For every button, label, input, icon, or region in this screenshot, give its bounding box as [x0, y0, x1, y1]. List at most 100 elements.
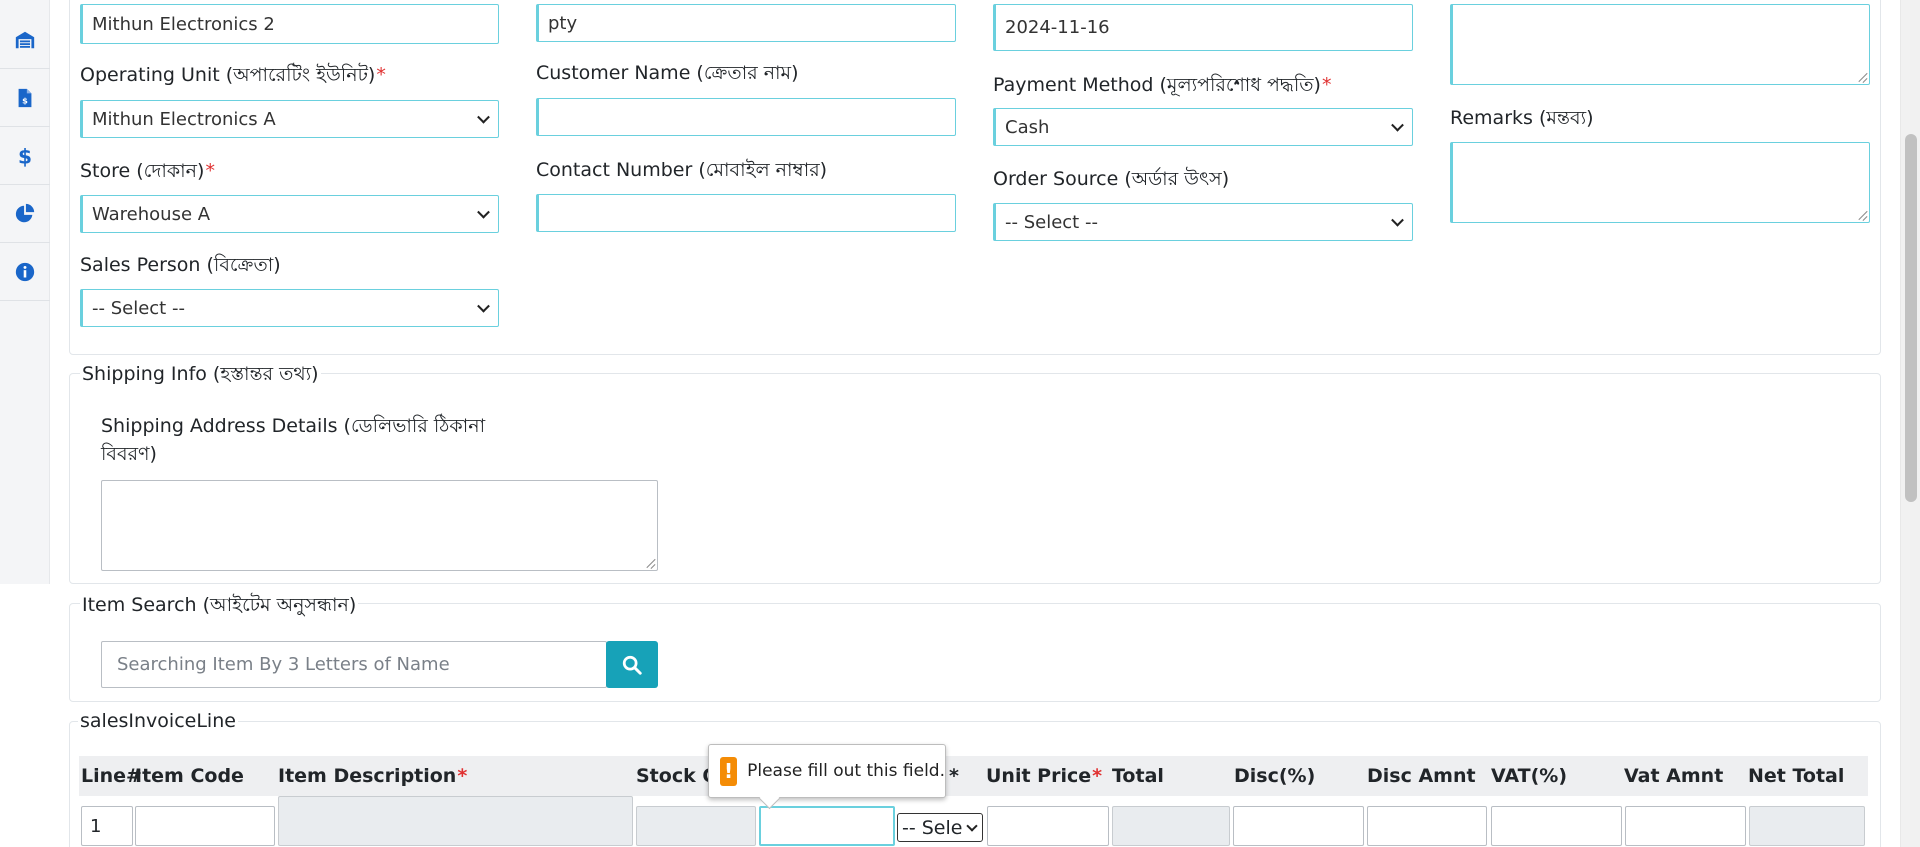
vat-amnt-input[interactable]	[1625, 806, 1746, 846]
operating-unit-value: Mithun Electronics A	[92, 108, 276, 130]
item-description-cell	[278, 796, 633, 846]
order-source-value: -- Select --	[1005, 211, 1098, 233]
item-search-input[interactable]: Searching Item By 3 Letters of Name	[101, 641, 607, 688]
chevron-down-icon	[477, 205, 490, 219]
unit-select-value: -- Sele	[902, 816, 963, 839]
th-net-total: Net Total	[1748, 765, 1845, 787]
remarks-textarea[interactable]	[1450, 142, 1870, 223]
sales-person-value: -- Select --	[92, 297, 185, 319]
payment-method-label: Payment Method (মূল্যপরিশোধ পদ্ধতি)*	[993, 72, 1331, 98]
operating-unit-label-text: Operating Unit (অপারেটিং ইউনিট)	[80, 64, 376, 86]
vat-pct-input[interactable]	[1491, 806, 1622, 846]
unit-select[interactable]: -- Sele	[897, 813, 983, 842]
net-total-cell	[1749, 806, 1865, 846]
top-field-col1[interactable]: Mithun Electronics 2	[80, 4, 499, 44]
sidebar-item-warehouse[interactable]	[0, 11, 50, 69]
unit-price-input[interactable]	[987, 806, 1109, 846]
th-qty-required-mark: *	[949, 765, 959, 787]
th-item-description-text: Item Description	[278, 765, 457, 787]
chevron-down-icon	[477, 299, 490, 313]
shipping-info-legend: Shipping Info (হস্তান্তর তথ্য)	[80, 360, 321, 392]
top-field-col2[interactable]: pty	[536, 4, 956, 42]
shipping-address-textarea[interactable]	[101, 480, 658, 571]
quantity-input[interactable]	[759, 806, 895, 846]
invoice-table-header: Line# Item Code Item Description* Stock …	[79, 756, 1868, 796]
resize-grip-icon[interactable]	[1857, 72, 1867, 82]
th-item-description: Item Description*	[278, 756, 467, 796]
contact-number-label: Contact Number (মোবাইল নাম্বার)	[536, 157, 827, 183]
required-mark: *	[1092, 765, 1103, 787]
sidebar-item-invoice[interactable]: $	[0, 69, 50, 127]
date-value: 2024-11-16	[1005, 17, 1110, 38]
payment-method-select[interactable]: Cash	[993, 108, 1413, 146]
item-search-button[interactable]	[606, 641, 658, 688]
th-unit-price: Unit Price*	[986, 756, 1102, 796]
page-scrollbar[interactable]	[1900, 0, 1920, 847]
svg-text:$: $	[18, 145, 32, 167]
store-value: Warehouse A	[92, 203, 211, 225]
sales-person-label: Sales Person (বিক্রেতা)	[80, 252, 281, 278]
info-icon	[15, 262, 35, 281]
sidebar-item-info[interactable]	[0, 243, 50, 301]
warehouse-icon	[15, 31, 35, 48]
th-line: Line#	[81, 765, 142, 787]
total-cell	[1112, 806, 1230, 846]
pie-chart-icon	[15, 203, 35, 222]
svg-text:$: $	[22, 95, 28, 105]
operating-unit-label: Operating Unit (অপারেটিং ইউনিট)*	[80, 62, 386, 88]
disc-pct-input[interactable]	[1233, 806, 1364, 846]
resize-grip-icon[interactable]	[645, 558, 655, 568]
th-disc-pct: Disc(%)	[1234, 765, 1316, 787]
th-unit-price-text: Unit Price	[986, 765, 1092, 787]
required-mark: *	[457, 765, 468, 787]
th-vat-pct: VAT(%)	[1491, 765, 1568, 787]
required-mark: *	[1321, 74, 1332, 96]
remarks-label-text: Remarks (মন্তব্য)	[1450, 107, 1594, 129]
store-select[interactable]: Warehouse A	[80, 195, 499, 233]
store-label-text: Store (দোকান)	[80, 160, 205, 182]
required-mark: *	[205, 160, 215, 182]
store-label: Store (দোকান)*	[80, 158, 215, 184]
date-input[interactable]: 2024-11-16	[993, 4, 1413, 51]
required-mark: *	[376, 64, 386, 86]
customer-name-label-text: Customer Name (ক্রেতার নাম)	[536, 62, 799, 84]
remarks-label: Remarks (মন্তব্য)	[1450, 105, 1594, 131]
sales-person-select[interactable]: -- Select --	[80, 289, 499, 327]
contact-number-input[interactable]	[536, 194, 956, 232]
validation-tooltip: ! Please fill out this field.	[708, 744, 946, 798]
th-disc-amnt: Disc Amnt	[1367, 765, 1476, 787]
sidebar-item-reports[interactable]	[0, 185, 50, 243]
scrollbar-thumb[interactable]	[1905, 134, 1917, 502]
chevron-down-icon	[477, 110, 490, 124]
order-source-select[interactable]: -- Select --	[993, 203, 1413, 241]
order-source-label-text: Order Source (অর্ডার উৎস)	[993, 168, 1230, 190]
customer-name-label: Customer Name (ক্রেতার নাম)	[536, 60, 799, 86]
dollar-icon: $	[18, 145, 32, 167]
sidebar: $ $	[0, 0, 50, 584]
th-vat-amnt: Vat Amnt	[1624, 765, 1724, 787]
item-search-placeholder: Searching Item By 3 Letters of Name	[117, 654, 450, 675]
warning-icon: !	[720, 756, 738, 786]
item-code-input[interactable]	[135, 806, 275, 846]
invoice-icon: $	[18, 88, 32, 107]
item-search-legend: Item Search (আইটেম অনুসন্ধান)	[80, 591, 359, 623]
contact-number-label-text: Contact Number (মোবাইল নাম্বার)	[536, 159, 828, 181]
sales-person-label-text: Sales Person (বিক্রেতা)	[80, 254, 281, 276]
search-icon	[622, 655, 642, 675]
chevron-down-icon	[966, 819, 978, 832]
top-field-col1-value: Mithun Electronics 2	[92, 13, 275, 35]
operating-unit-select[interactable]: Mithun Electronics A	[80, 100, 499, 138]
line-number-value: 1	[90, 815, 102, 837]
disc-amnt-input[interactable]	[1367, 806, 1487, 846]
chevron-down-icon	[1391, 213, 1404, 227]
customer-name-input[interactable]	[536, 98, 956, 136]
top-field-col2-value: pty	[548, 12, 578, 34]
invoice-lines-legend: salesInvoiceLine	[78, 710, 238, 732]
line-number-cell[interactable]: 1	[81, 806, 133, 846]
th-stock-qty: Stock Q	[636, 765, 719, 787]
resize-grip-icon[interactable]	[1857, 210, 1867, 220]
payment-method-label-text: Payment Method (মূল্যপরিশোধ পদ্ধতি)	[993, 74, 1321, 96]
sidebar-item-finance[interactable]: $	[0, 127, 50, 185]
top-textarea-col4[interactable]	[1450, 4, 1870, 85]
stock-qty-cell	[636, 806, 756, 846]
